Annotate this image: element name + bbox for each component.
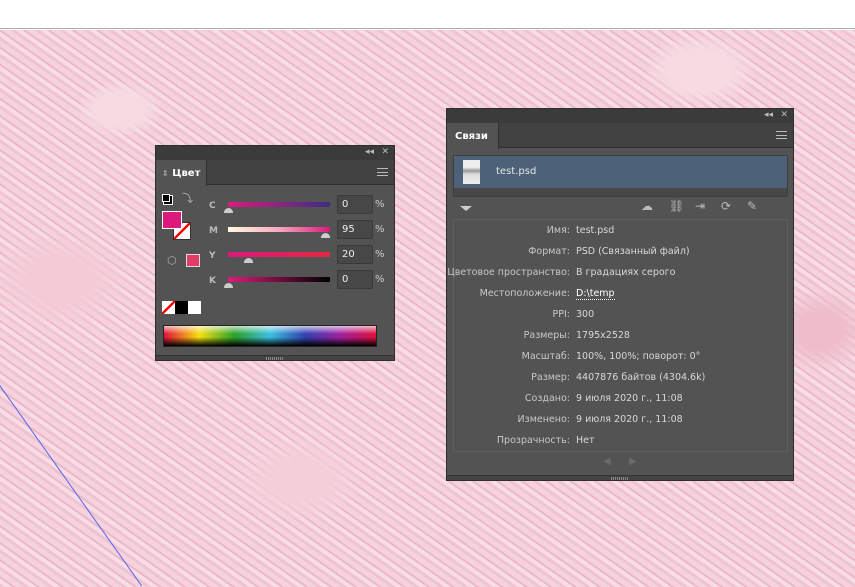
info-value: 4407876 байтов (4304.6k) bbox=[576, 372, 706, 383]
info-key: Создано: bbox=[524, 393, 570, 404]
info-key: Изменено: bbox=[517, 414, 570, 425]
info-value[interactable]: D:\temp bbox=[576, 288, 615, 300]
m-input[interactable]: 95 bbox=[337, 220, 373, 239]
resize-grip[interactable] bbox=[447, 475, 793, 480]
fill-swatch[interactable] bbox=[162, 211, 182, 229]
k-input[interactable]: 0 bbox=[337, 270, 373, 289]
previous-icon[interactable]: ◀ bbox=[603, 456, 611, 467]
update-link-icon[interactable]: ⟳ bbox=[721, 199, 731, 213]
next-icon[interactable]: ▶ bbox=[629, 456, 637, 467]
y-input[interactable]: 20 bbox=[337, 245, 373, 264]
info-value: 100%, 100%; поворот: 0° bbox=[576, 351, 701, 362]
edit-original-icon[interactable]: ✎ bbox=[747, 199, 757, 213]
links-list: test.psd bbox=[453, 155, 788, 197]
info-value: 9 июля 2020 г., 11:08 bbox=[576, 393, 683, 404]
info-row: Цветовое пространство: В градациях серого bbox=[447, 267, 793, 281]
resize-grip[interactable] bbox=[156, 355, 394, 360]
info-key: PPI: bbox=[552, 309, 570, 320]
gamut-swatch[interactable] bbox=[186, 254, 200, 267]
list-item[interactable]: test.psd bbox=[454, 156, 787, 188]
info-value: Нет bbox=[576, 435, 595, 446]
color-panel: ◂◂ ✕ ⇕ Цвет ⤵ ⬡ C 0 % M 95 % Y 20 % K 0 % bbox=[155, 145, 395, 361]
info-key: Прозрачность: bbox=[496, 435, 570, 446]
info-row: PPI: 300 bbox=[447, 309, 793, 323]
default-colors-icon[interactable] bbox=[162, 194, 170, 202]
out-of-gamut-icon[interactable]: ⬡ bbox=[167, 254, 177, 267]
info-value: 1795x2528 bbox=[576, 330, 630, 341]
info-value: test.psd bbox=[576, 225, 615, 236]
info-key: Цветовое пространство: bbox=[447, 267, 570, 278]
panel-menu-icon[interactable] bbox=[776, 131, 787, 139]
disclosure-triangle-icon[interactable] bbox=[460, 206, 472, 211]
relink-icon[interactable]: ⛓ bbox=[669, 199, 684, 213]
k-slider[interactable] bbox=[224, 277, 330, 288]
cc-library-link-icon[interactable]: ☁ bbox=[641, 199, 653, 213]
sort-icon: ⇕ bbox=[162, 169, 169, 178]
info-row: Размер: 4407876 байтов (4304.6k) bbox=[447, 372, 793, 386]
tab-links[interactable]: Связи bbox=[447, 123, 499, 149]
info-row: Размеры: 1795x2528 bbox=[447, 330, 793, 344]
white-swatch[interactable] bbox=[188, 301, 201, 314]
info-value: 9 июля 2020 г., 11:08 bbox=[576, 414, 683, 425]
thumbnail bbox=[463, 160, 480, 184]
close-icon[interactable]: ✕ bbox=[381, 147, 389, 157]
color-spectrum[interactable] bbox=[163, 325, 377, 347]
c-input[interactable]: 0 bbox=[337, 195, 373, 214]
collapse-icon[interactable]: ◂◂ bbox=[764, 110, 773, 120]
black-swatch[interactable] bbox=[175, 301, 188, 314]
info-value: PSD (Связанный файл) bbox=[576, 246, 690, 257]
info-row: Создано: 9 июля 2020 г., 11:08 bbox=[447, 393, 793, 407]
info-row: Прозрачность: Нет bbox=[447, 435, 793, 449]
go-to-link-icon[interactable]: ⇥ bbox=[695, 199, 705, 213]
swap-icon[interactable]: ⤵ bbox=[182, 190, 193, 206]
top-bar bbox=[0, 0, 855, 29]
info-key: Местоположение: bbox=[479, 288, 570, 299]
info-row: Местоположение: D:\temp bbox=[447, 288, 793, 302]
close-icon[interactable]: ✕ bbox=[780, 110, 788, 120]
info-row: Имя: test.psd bbox=[447, 225, 793, 239]
collapse-icon[interactable]: ◂◂ bbox=[365, 147, 374, 157]
tab-color[interactable]: ⇕ Цвет bbox=[156, 160, 208, 186]
info-row: Масштаб: 100%, 100%; поворот: 0° bbox=[447, 351, 793, 365]
links-panel: ◂◂ ✕ Связи test.psd ☁ ⛓ ⇥ ⟳ ✎ Имя: test.ps… bbox=[446, 108, 794, 481]
info-key: Размеры: bbox=[523, 330, 570, 341]
info-row: Формат: PSD (Связанный файл) bbox=[447, 246, 793, 260]
panel-menu-icon[interactable] bbox=[377, 168, 388, 176]
m-slider[interactable] bbox=[228, 227, 330, 238]
y-slider[interactable] bbox=[228, 252, 330, 263]
info-value: В градациях серого bbox=[576, 267, 676, 278]
info-value: 300 bbox=[576, 309, 595, 320]
c-slider[interactable] bbox=[224, 202, 330, 213]
info-row: Изменено: 9 июля 2020 г., 11:08 bbox=[447, 414, 793, 428]
none-swatch[interactable] bbox=[162, 301, 175, 314]
info-key: Масштаб: bbox=[521, 351, 570, 362]
info-key: Имя: bbox=[546, 225, 570, 236]
info-key: Размер: bbox=[531, 372, 570, 383]
info-key: Формат: bbox=[528, 246, 570, 257]
